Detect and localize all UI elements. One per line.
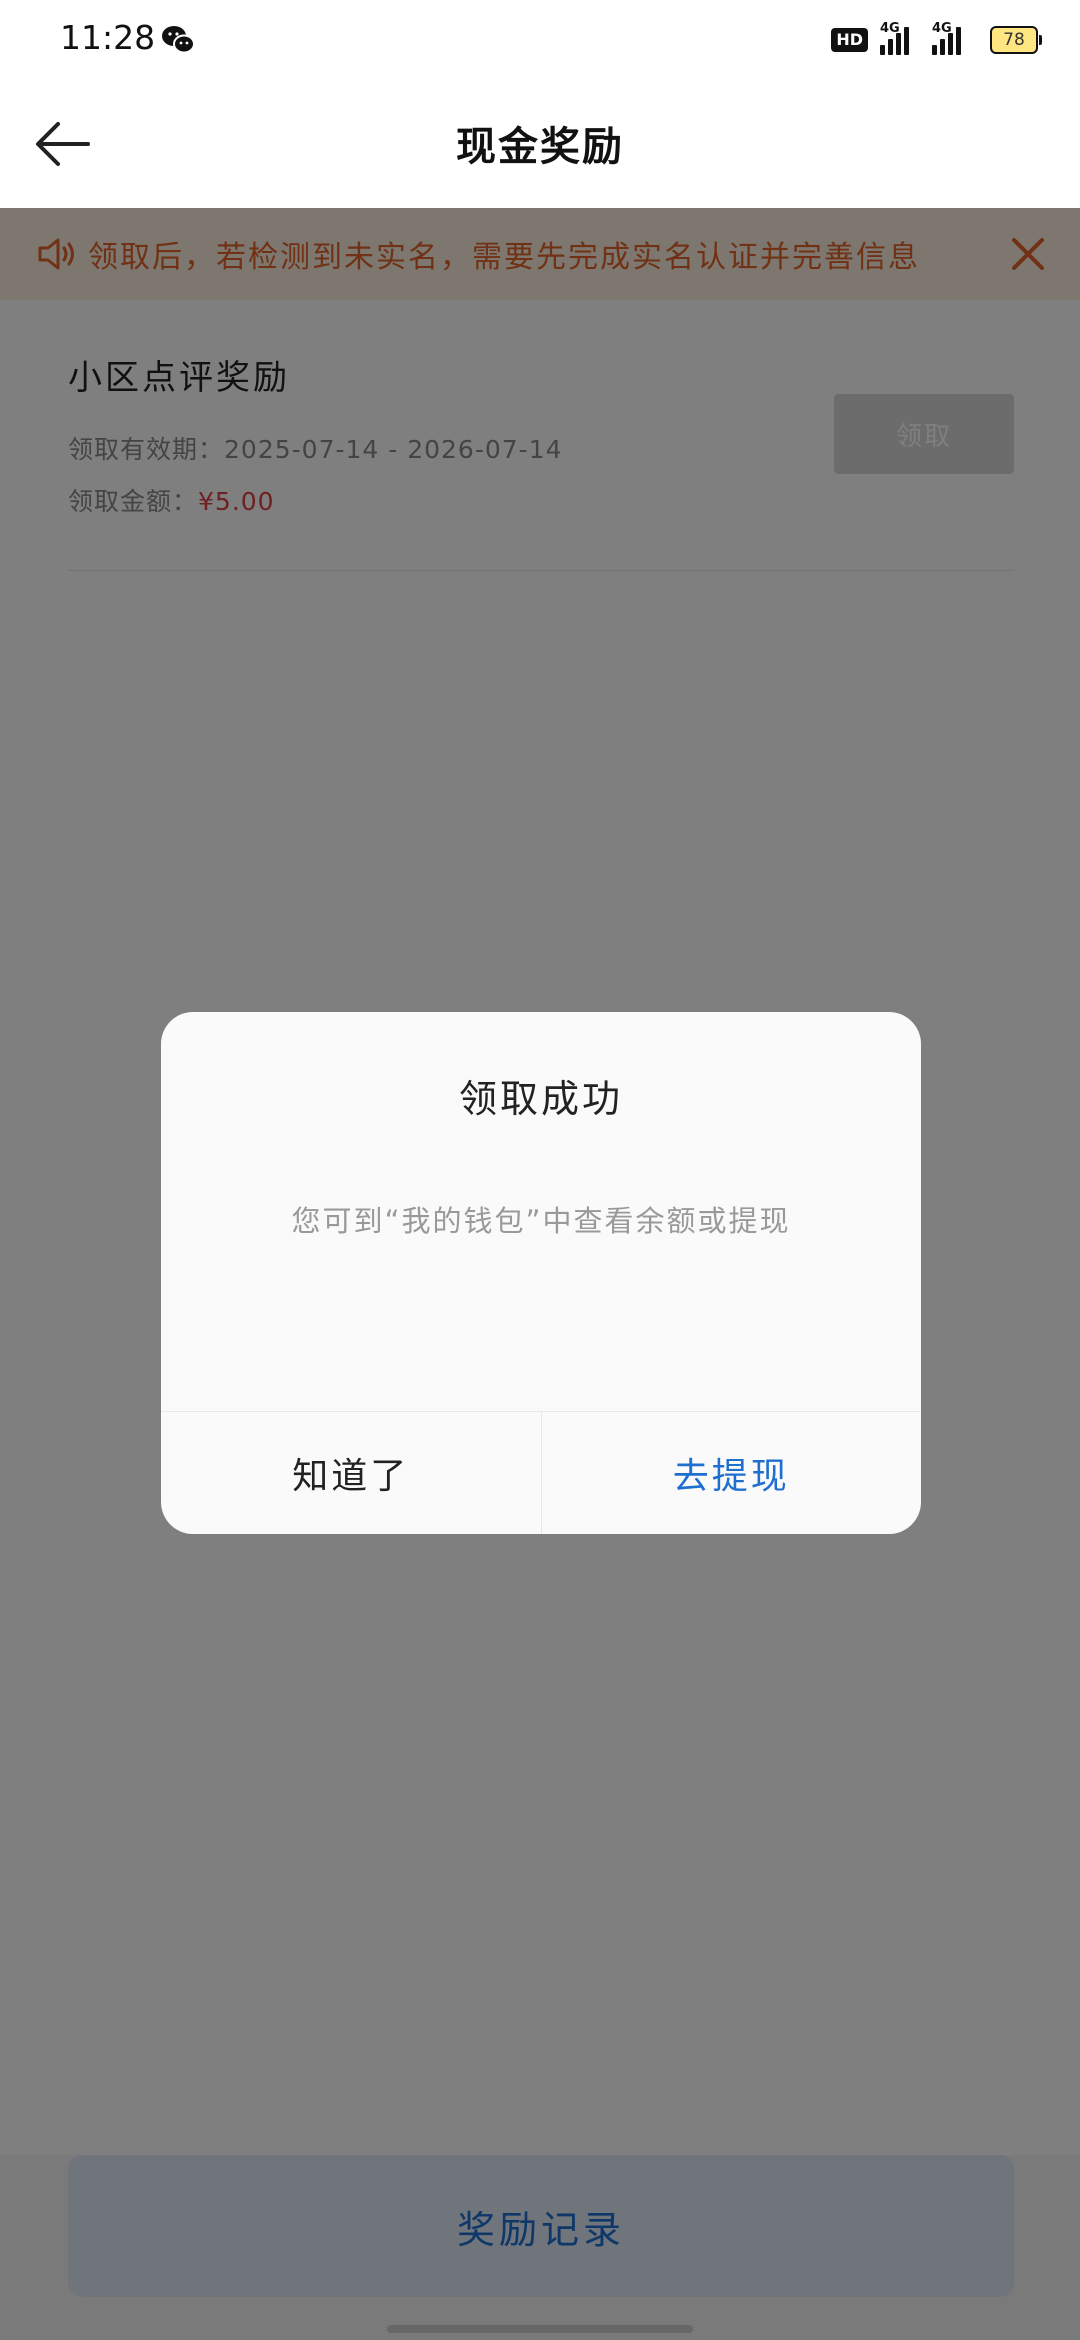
status-bar: 11:28 HD 4G 4G 78 (0, 0, 1080, 80)
wechat-icon (162, 26, 195, 54)
status-time: 11:28 (60, 18, 156, 57)
hd-icon: HD (831, 28, 868, 52)
signal-icon: 4G (880, 21, 920, 55)
header: 现金奖励 (0, 80, 1080, 208)
battery-level: 78 (990, 26, 1038, 54)
status-indicators: HD 4G 4G 78 (831, 21, 1042, 58)
network-type-1: 4G (880, 21, 900, 36)
withdraw-button[interactable]: 去提现 (542, 1412, 922, 1534)
dialog-message: 您可到“我的钱包”中查看余额或提现 (291, 1204, 791, 1238)
dialog-title: 领取成功 (458, 1077, 623, 1121)
success-dialog: 领取成功 您可到“我的钱包”中查看余额或提现 知道了 去提现 (161, 1012, 921, 1534)
battery-icon: 78 (990, 26, 1042, 54)
dialog-actions: 知道了 去提现 (161, 1411, 921, 1534)
page-title: 现金奖励 (456, 124, 624, 170)
signal-icon-2: 4G (932, 21, 978, 55)
got-it-button[interactable]: 知道了 (161, 1412, 542, 1534)
network-type-2: 4G (932, 21, 952, 36)
